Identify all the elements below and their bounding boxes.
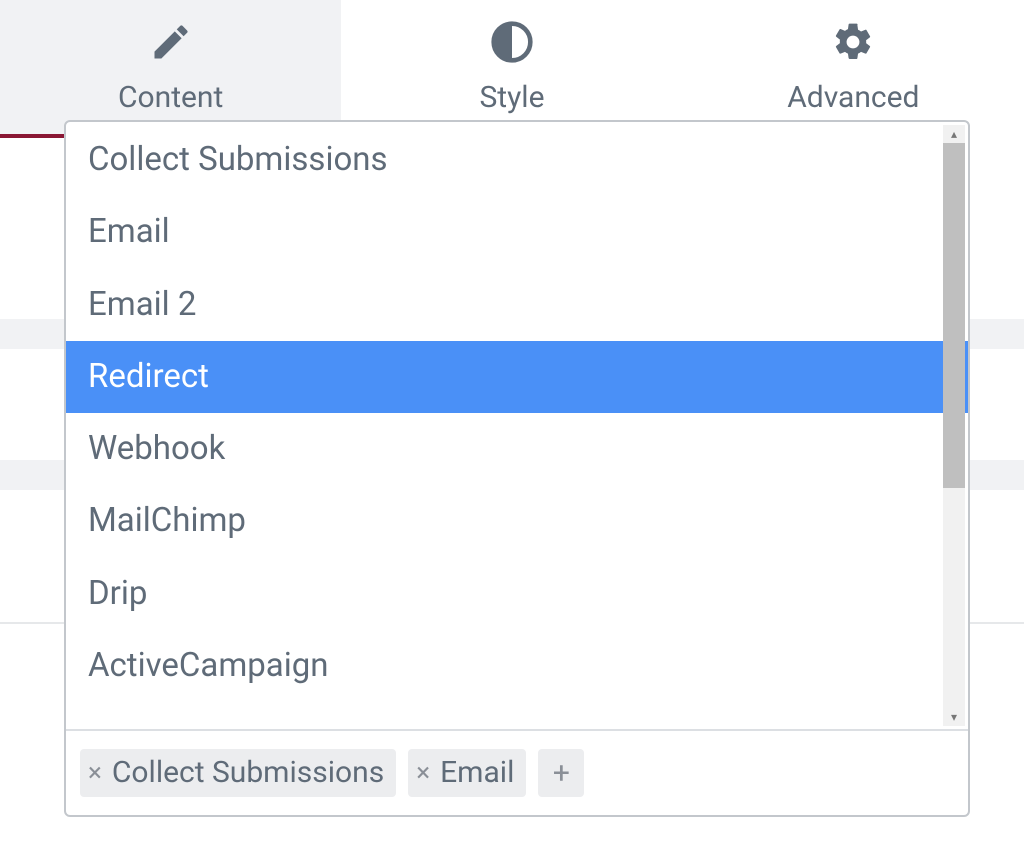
tab-bar: Content Style Advanced (0, 0, 1024, 138)
background-divider (970, 622, 1024, 624)
option-activecampaign[interactable]: ActiveCampaign (66, 630, 968, 702)
scroll-up-arrow-icon[interactable]: ▴ (943, 125, 965, 143)
option-redirect[interactable]: Redirect (66, 341, 968, 413)
close-icon[interactable]: × (414, 760, 434, 786)
background-stripe (970, 460, 1024, 490)
tab-style[interactable]: Style (341, 0, 682, 138)
selected-chips-row: × Collect Submissions × Email + (66, 729, 968, 815)
background-stripe (0, 319, 64, 349)
option-drip[interactable]: Drip (66, 558, 968, 630)
chip-label: Collect Submissions (112, 755, 384, 791)
background-stripe (970, 319, 1024, 349)
scrollbar[interactable]: ▴ ▾ (943, 125, 965, 726)
option-email-2[interactable]: Email 2 (66, 269, 968, 341)
contrast-icon (490, 20, 534, 64)
options-scroll-area: Collect Submissions Email Email 2 Redire… (66, 122, 968, 729)
tab-label: Advanced (787, 80, 919, 115)
option-collect-submissions[interactable]: Collect Submissions (66, 124, 968, 196)
options-list: Collect Submissions Email Email 2 Redire… (66, 122, 968, 702)
pencil-icon (149, 20, 193, 64)
tab-label: Content (118, 80, 223, 115)
background-stripe (0, 460, 64, 490)
gear-icon (831, 20, 875, 64)
tab-label: Style (479, 80, 544, 115)
scrollbar-thumb[interactable] (943, 143, 965, 488)
tab-content[interactable]: Content (0, 0, 341, 138)
actions-dropdown: Collect Submissions Email Email 2 Redire… (64, 120, 970, 817)
background-divider (0, 622, 64, 624)
chip-label: Email (440, 755, 514, 791)
chip-email: × Email (408, 749, 526, 797)
close-icon[interactable]: × (86, 760, 106, 786)
option-mailchimp[interactable]: MailChimp (66, 485, 968, 557)
add-chip-button[interactable]: + (538, 749, 584, 797)
option-webhook[interactable]: Webhook (66, 413, 968, 485)
tab-advanced[interactable]: Advanced (683, 0, 1024, 138)
scroll-down-arrow-icon[interactable]: ▾ (943, 708, 965, 726)
option-email[interactable]: Email (66, 196, 968, 268)
chip-collect-submissions: × Collect Submissions (80, 749, 396, 797)
